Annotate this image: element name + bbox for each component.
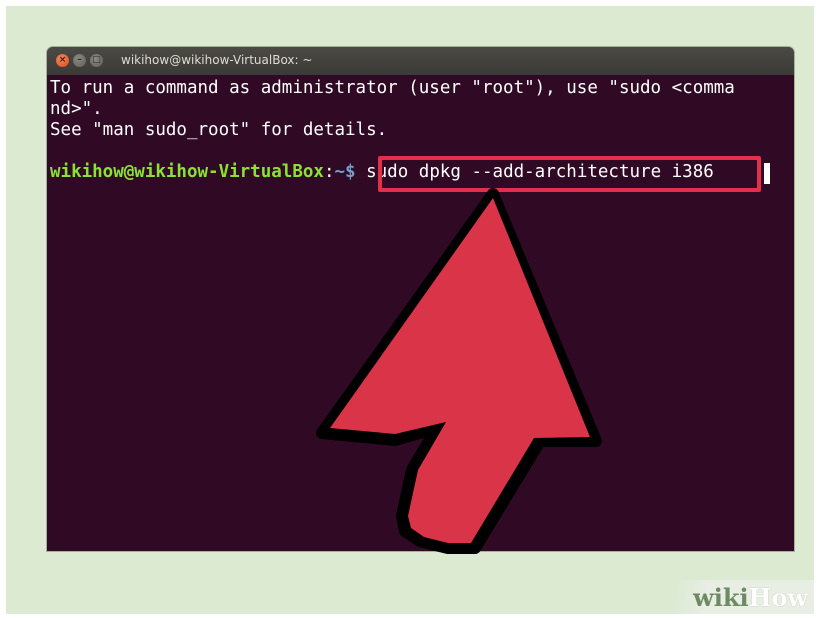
watermark-part-1: wiki [693,582,749,612]
wikihow-watermark: wiki How [676,580,814,614]
watermark-part-2: How [748,582,808,612]
pointer-arrow-icon [316,188,602,554]
